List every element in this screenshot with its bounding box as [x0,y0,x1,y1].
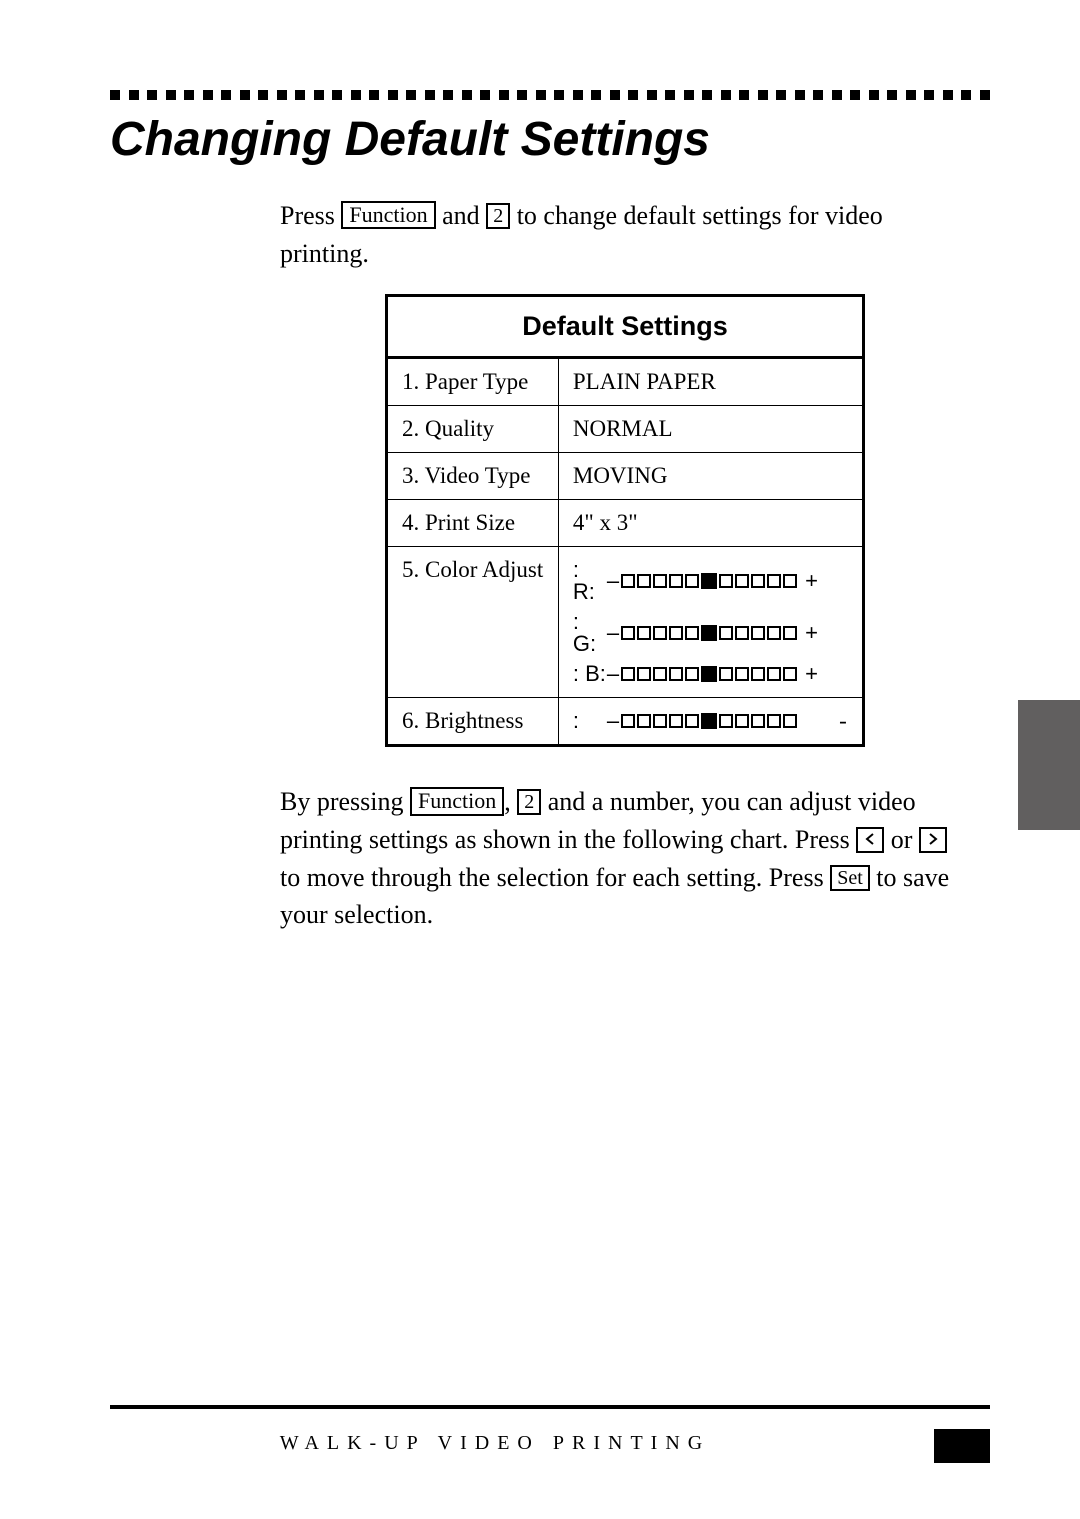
text: Press [280,201,341,230]
text: or [891,825,919,854]
instruction-paragraph: By pressing Function, 2 and a number, yo… [280,783,970,934]
function-key-icon: Function [341,201,435,229]
text: and [442,201,486,230]
page: Changing Default Settings Press Function… [0,0,1080,1519]
color-slider: : G:–+ [573,609,848,655]
row-label: 1. Paper Type [387,358,559,406]
footer-text: WALK-UP VIDEO PRINTING [0,1432,990,1455]
thumb-tab [1018,700,1080,830]
table-row: 2. Quality NORMAL [387,406,864,453]
right-arrow-key-icon [919,827,947,853]
row-value: MOVING [558,453,863,500]
row-value: PLAIN PAPER [558,358,863,406]
table-row: 5. Color Adjust : R:–+ : G:–+ : B:–+ [387,547,864,698]
key-2-icon: 2 [517,789,541,815]
bottom-rule [110,1405,990,1409]
color-slider: : B:–+ [573,661,848,687]
row-label: 3. Video Type [387,453,559,500]
row-value-color-adjust: : R:–+ : G:–+ : B:–+ [558,547,863,698]
intro-paragraph: Press Function and 2 to change default s… [280,197,970,272]
brightness-slider: :–- [573,708,848,734]
key-2-icon: 2 [486,203,510,229]
text: By pressing [280,787,410,816]
default-settings-table: Default Settings 1. Paper Type PLAIN PAP… [385,294,865,747]
text: , [504,787,517,816]
function-key-icon: Function [410,787,504,815]
table-row: 1. Paper Type PLAIN PAPER [387,358,864,406]
table-row: 6. Brightness :–- [387,698,864,746]
row-value: 4" x 3" [558,500,863,547]
set-key-icon: Set [830,865,870,891]
table-row: 3. Video Type MOVING [387,453,864,500]
table-row: 4. Print Size 4" x 3" [387,500,864,547]
text: to move through the selection for each s… [280,863,830,892]
row-value-brightness: :–- [558,698,863,746]
row-label: 6. Brightness [387,698,559,746]
row-label: 5. Color Adjust [387,547,559,698]
left-arrow-key-icon [856,827,884,853]
dotted-divider [110,90,990,100]
content-column: Press Function and 2 to change default s… [280,197,970,934]
section-title: Changing Default Settings [110,112,990,167]
page-number-block [934,1429,990,1463]
row-label: 4. Print Size [387,500,559,547]
color-slider: : R:–+ [573,557,848,603]
table-header: Default Settings [387,296,864,358]
row-value: NORMAL [558,406,863,453]
row-label: 2. Quality [387,406,559,453]
